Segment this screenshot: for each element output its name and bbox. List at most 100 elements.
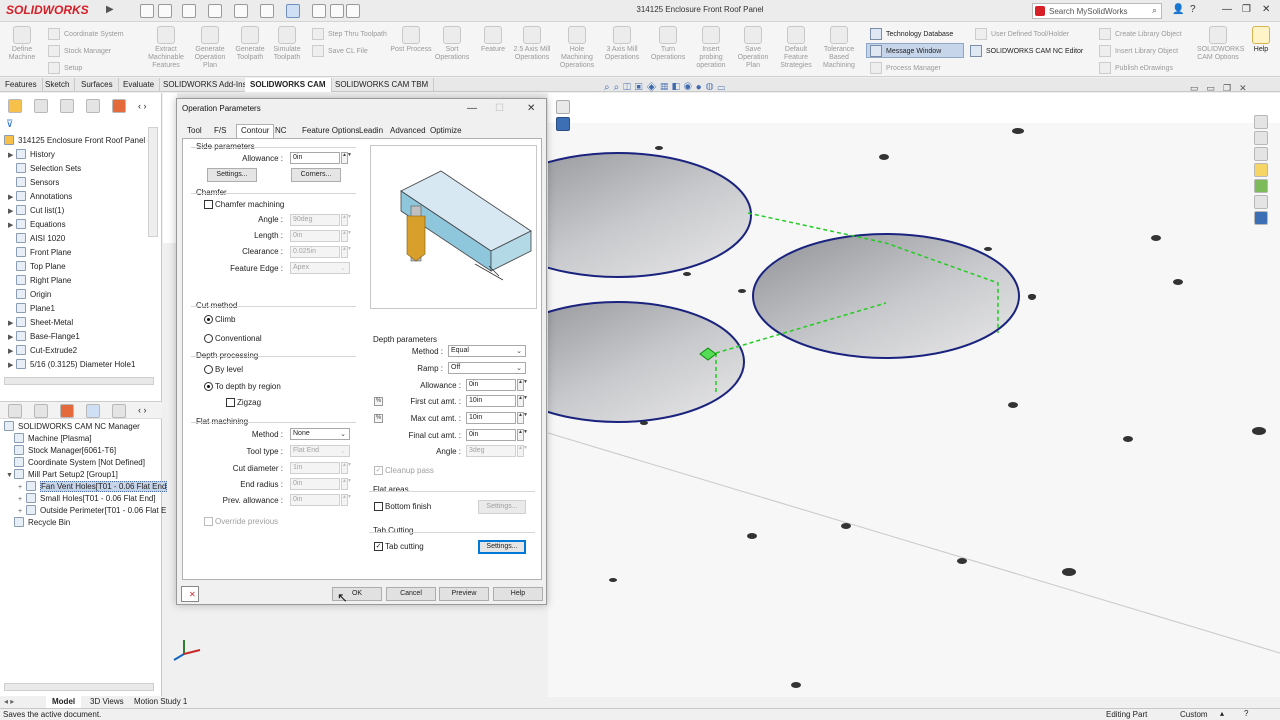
message-window-button[interactable]: Message Window — [870, 45, 953, 62]
view-palette-icon[interactable] — [1254, 163, 1268, 177]
side-allowance-spinner[interactable]: ▲▼ — [341, 152, 352, 164]
final-cut-field[interactable]: 0in — [466, 429, 516, 441]
publish-edrawings-button[interactable]: Publish eDrawings — [1099, 62, 1182, 79]
cam-tree-small-holes[interactable]: + Small Holes[T01 - 0.06 Flat End] — [4, 493, 167, 505]
search-icon[interactable]: ⌕ — [1152, 5, 1157, 16]
display-manager-icon[interactable] — [112, 99, 126, 113]
depth-angle-spinner[interactable]: ▲▼ — [517, 445, 528, 457]
tree-item-right-plane[interactable]: Right Plane — [4, 275, 156, 289]
save-cl-file-button[interactable]: Save CL File — [312, 45, 387, 62]
tab-cutting-settings-button[interactable]: Settings... — [478, 540, 526, 554]
tab-nc[interactable]: NC — [271, 125, 291, 138]
tree-horizontal-scrollbar[interactable] — [4, 377, 154, 385]
tree-item-cut-extrude[interactable]: ▶ Cut-Extrude2 — [4, 345, 156, 359]
tree-item-plane1[interactable]: Plane1 — [4, 303, 156, 317]
options-gear-icon[interactable] — [346, 4, 360, 18]
custom-properties-icon[interactable] — [1254, 195, 1268, 209]
first-cut-field[interactable]: 10in — [466, 395, 516, 407]
expand-icon[interactable]: ▶ — [8, 361, 16, 369]
expand-icon[interactable]: + — [18, 508, 26, 515]
corners-button[interactable]: Corners... — [291, 168, 341, 182]
default-feature-strategies-button[interactable]: Default Feature Strategies — [775, 24, 817, 74]
model-view[interactable] — [548, 93, 1280, 697]
open-icon[interactable] — [182, 4, 196, 18]
tab-scroll-arrows-icon[interactable]: ◂ ▸ — [4, 697, 14, 706]
cut-diameter-field[interactable]: 1in — [290, 462, 340, 474]
chamfer-angle-field[interactable]: 90deg — [290, 214, 340, 226]
simulate-toolpath-button[interactable]: Simulate Toolpath — [266, 24, 308, 74]
tool-type-select[interactable]: Flat End ⌄ — [290, 445, 350, 457]
edit-appearance-icon[interactable]: ● — [696, 82, 706, 93]
restore-icon[interactable]: ❐ — [1242, 4, 1251, 15]
cam-tree-recycle-bin[interactable]: Recycle Bin — [4, 517, 167, 529]
viewport-collapse-icon[interactable]: ▭ — [1190, 83, 1207, 93]
traffic-light-icon[interactable] — [312, 4, 326, 18]
ramp-select[interactable]: Off ⌄ — [448, 362, 526, 374]
setup-button[interactable]: Setup — [48, 62, 124, 79]
apply-scene-icon[interactable]: ◍ — [706, 82, 718, 93]
tab-feature-options[interactable]: Feature Options — [298, 125, 363, 138]
chamfer-machining-checkbox[interactable] — [204, 200, 213, 209]
flat-areas-settings-button[interactable]: Settings... — [478, 500, 526, 514]
step-thru-toolpath-button[interactable]: Step Thru Toolpath — [312, 28, 387, 45]
tree-item-sensors[interactable]: Sensors — [4, 177, 156, 191]
final-cut-spinner[interactable]: ▲▼ — [517, 429, 528, 441]
home-icon[interactable] — [140, 4, 154, 18]
appearances-icon[interactable] — [1254, 179, 1268, 193]
tree-item-base-flange[interactable]: ▶ Base-Flange1 — [4, 331, 156, 345]
tab-fs[interactable]: F/S — [210, 125, 230, 138]
zigzag-checkbox[interactable] — [226, 398, 235, 407]
cam-tree-coordinate-system[interactable]: Coordinate System [Not Defined] — [4, 457, 167, 469]
create-library-object-button[interactable]: Create Library Object — [1099, 28, 1182, 45]
property-manager-icon[interactable] — [34, 99, 48, 113]
cam-options-button[interactable]: SOLIDWORKS CAM Options — [1197, 24, 1244, 74]
probing-operation-button[interactable]: Insert probing operation — [690, 24, 732, 74]
cam-tool-tree-icon[interactable] — [112, 404, 126, 418]
tree-root[interactable]: 314125 Enclosure Front Roof Panel (D — [4, 135, 156, 149]
units-dropdown-icon[interactable]: ▴ — [1220, 709, 1224, 718]
process-manager-button[interactable]: Process Manager — [870, 62, 953, 79]
depth-allowance-field[interactable]: 0in — [466, 379, 516, 391]
cam-tree-stock-manager[interactable]: Stock Manager[6061-T6] — [4, 445, 167, 457]
cam-property-icon[interactable] — [34, 404, 48, 418]
stock-manager-button[interactable]: Stock Manager — [48, 45, 124, 62]
tab-3d-views[interactable]: 3D Views — [84, 696, 130, 708]
resources-home-icon[interactable] — [1254, 115, 1268, 129]
cam-operation-tree-icon[interactable] — [86, 404, 100, 418]
new-document-icon[interactable] — [158, 4, 172, 18]
chamfer-angle-spinner[interactable]: ▲▼ — [341, 214, 352, 226]
depth-angle-field[interactable]: 3deg — [466, 445, 516, 457]
tab-add-ins[interactable]: SOLIDWORKS Add-Ins — [158, 78, 253, 92]
select-arrow-icon[interactable] — [286, 4, 300, 18]
tree-item-diameter-hole[interactable]: ▶ 5/16 (0.3125) Diameter Hole1 — [4, 359, 156, 369]
help-dialog-button[interactable]: Help — [493, 587, 543, 601]
cam-tree-fan-vent-holes[interactable]: + Fan Vent Holes[T01 - 0.06 Flat End — [4, 481, 168, 493]
cam-tree-outside-perimeter[interactable]: + Outside Perimeter[T01 - 0.06 Flat E — [4, 505, 167, 517]
cam-tree-horizontal-scrollbar[interactable] — [4, 683, 154, 691]
previous-view-icon[interactable]: ◫ — [623, 82, 635, 93]
tree-item-equations[interactable]: ▶ Equations — [4, 219, 156, 233]
save-icon[interactable] — [208, 4, 222, 18]
print-icon[interactable] — [234, 4, 248, 18]
close-icon[interactable]: ✕ — [1262, 4, 1270, 15]
tab-evaluate[interactable]: Evaluate — [118, 78, 161, 92]
expand-icon[interactable]: ▶ — [8, 319, 16, 327]
message-window-tab-icon[interactable] — [556, 100, 570, 114]
technology-database-button[interactable]: Technology Database — [870, 28, 953, 45]
panel-more-arrows-icon[interactable]: ‹ › — [138, 101, 147, 111]
prev-allowance-spinner[interactable]: ▲▼ — [341, 494, 352, 506]
depth-method-select[interactable]: Equal ⌄ — [448, 345, 526, 357]
expand-icon[interactable]: ▶ — [8, 347, 16, 355]
expand-icon[interactable]: ▶ — [8, 207, 16, 215]
max-cut-percent-icon[interactable]: % — [374, 414, 383, 423]
tree-item-top-plane[interactable]: Top Plane — [4, 261, 156, 275]
cam-task-icon[interactable] — [1254, 211, 1268, 225]
save-operation-plan-button[interactable]: Save Operation Plan — [732, 24, 774, 74]
tab-motion-study[interactable]: Motion Study 1 — [128, 696, 193, 708]
tab-model[interactable]: Model — [46, 696, 82, 708]
chamfer-length-field[interactable]: 0in — [290, 230, 340, 242]
search-input[interactable]: Search MySolidWorks ⌕ — [1032, 3, 1162, 19]
tree-item-selection-sets[interactable]: Selection Sets — [4, 163, 156, 177]
first-cut-percent-icon[interactable]: % — [374, 397, 383, 406]
climb-radio[interactable] — [204, 315, 213, 324]
